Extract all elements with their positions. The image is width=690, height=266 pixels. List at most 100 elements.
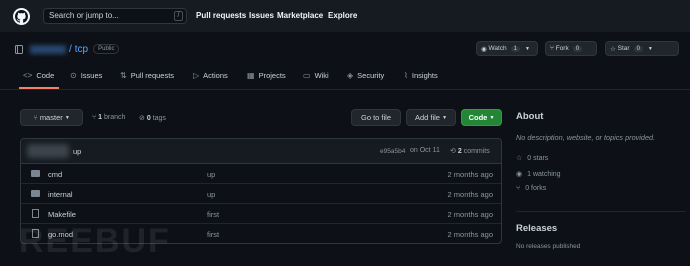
tab-issues-label: Issues (80, 71, 103, 80)
fork-icon: ⑂ (550, 45, 554, 52)
watermark: REEBUF (19, 222, 171, 260)
fork-label: Fork (555, 45, 569, 52)
nav-marketplace[interactable]: Marketplace (277, 11, 323, 20)
tab-projects-label: Projects (258, 71, 286, 80)
eye-icon: ◉ (481, 45, 487, 53)
forks-text: 0 forks (525, 185, 547, 192)
code-button-label: Code (468, 113, 488, 122)
star-icon: ☆ (516, 155, 523, 162)
stars-link[interactable]: ☆ 0 stars (516, 154, 549, 163)
file-age: 2 months ago (447, 210, 493, 219)
fork-count: 0 (572, 45, 583, 52)
file-row[interactable]: internal up 2 months ago (21, 184, 501, 204)
releases-text: No releases published (516, 243, 581, 250)
add-file-button[interactable]: Add file ▼ (406, 109, 456, 126)
branch-select-button[interactable]: ⑂ master ▼ (20, 109, 83, 126)
file-name[interactable]: internal (48, 190, 73, 199)
tab-security-label: Security (357, 71, 385, 80)
tab-wiki-label: Wiki (314, 71, 329, 80)
file-commit-message[interactable]: first (207, 210, 219, 219)
branches-link[interactable]: ⑂ 1 branch (92, 114, 125, 121)
tab-insights-label: Insights (411, 71, 438, 80)
about-description: No description, website, or topics provi… (516, 133, 656, 142)
commits-link[interactable]: ⟲ 2 commits (450, 147, 490, 155)
chevron-down-icon: ▼ (489, 114, 495, 121)
watchers-link[interactable]: ◉ 1 watching (516, 170, 561, 179)
branch-count: 1 (98, 114, 103, 121)
eye-icon: ◉ (516, 171, 523, 178)
about-heading: About (516, 111, 544, 122)
tab-pull-requests[interactable]: ⇅ Pull requests (120, 71, 174, 80)
tab-issues[interactable]: ⊙ Issues (70, 71, 102, 80)
tab-wiki[interactable]: ▭ Wiki (303, 71, 329, 80)
star-button[interactable]: ☆ Star 0 ▼ (605, 41, 679, 56)
file-age: 2 months ago (447, 190, 493, 199)
repo-slash: / (69, 43, 72, 55)
tab-pull-requests-label: Pull requests (130, 71, 175, 80)
shield-icon: ◈ (347, 71, 354, 80)
commits-count: 2 (457, 148, 462, 155)
nav-pull-requests[interactable]: Pull requests (196, 11, 246, 20)
chevron-down-icon: ▼ (525, 45, 530, 52)
commit-message[interactable]: up (73, 147, 81, 156)
watch-button[interactable]: ◉ Watch 1 ▼ (476, 41, 538, 56)
tab-security[interactable]: ◈ Security (347, 71, 384, 80)
repo-icon (15, 44, 23, 54)
releases-heading[interactable]: Releases (516, 223, 557, 234)
star-count: 0 (633, 45, 643, 52)
commit-date: on Oct 11 (410, 147, 440, 154)
branch-icon: ⑂ (33, 113, 38, 122)
fork-icon: ⑂ (516, 185, 521, 192)
branch-text: branch (104, 114, 126, 121)
file-age: 2 months ago (447, 170, 493, 179)
nav-explore[interactable]: Explore (328, 11, 357, 20)
file-row[interactable]: Makefile first 2 months ago (21, 204, 501, 224)
nav-issues[interactable]: Issues (249, 11, 274, 20)
commit-hash[interactable]: e95a5b4 (380, 148, 405, 155)
github-logo-icon[interactable] (13, 8, 30, 25)
folder-icon (31, 170, 40, 177)
tags-text: tags (152, 115, 166, 122)
repo-heading: / tcp Public (15, 42, 120, 56)
top-header: Search or jump to... / Pull requests Iss… (0, 0, 690, 32)
forks-link[interactable]: ⑂ 0 forks (516, 185, 546, 192)
search-shortcut-key: / (174, 11, 183, 21)
chevron-down-icon: ▼ (442, 114, 448, 121)
project-icon: ▦ (247, 71, 255, 80)
star-icon: ☆ (610, 45, 616, 53)
search-input[interactable]: Search or jump to... / (43, 8, 187, 24)
tag-icon: ⊘ (139, 115, 145, 122)
search-placeholder: Search or jump to... (49, 11, 119, 20)
stars-text: 0 stars (527, 154, 549, 162)
branch-name: master (39, 113, 63, 122)
file-age: 2 months ago (447, 230, 493, 239)
avatar-redacted[interactable] (27, 144, 69, 158)
tab-code-label: Code (36, 71, 55, 80)
chevron-down-icon: ▼ (64, 114, 70, 121)
repo-name-link[interactable]: tcp (75, 44, 88, 55)
sidebar-divider (516, 211, 686, 212)
fork-button[interactable]: ⑂ Fork 0 (545, 41, 597, 56)
go-to-file-button[interactable]: Go to file (351, 109, 401, 126)
code-button[interactable]: Code ▼ (461, 109, 502, 126)
star-label: Star (617, 45, 630, 52)
branch-icon: ⑂ (92, 114, 97, 121)
watch-label: Watch (488, 45, 507, 52)
file-row[interactable]: cmd up 2 months ago (21, 164, 501, 184)
file-name[interactable]: Makefile (48, 210, 76, 219)
tab-actions[interactable]: ▷ Actions (193, 71, 228, 80)
chevron-down-icon: ▼ (647, 45, 653, 52)
tab-insights[interactable]: ⌇ Insights (404, 71, 438, 80)
watch-count: 1 (510, 45, 521, 52)
repo-owner-redacted[interactable] (30, 44, 66, 54)
file-name[interactable]: cmd (48, 170, 62, 179)
tab-projects[interactable]: ▦ Projects (247, 71, 286, 80)
file-commit-message[interactable]: first (207, 230, 219, 239)
visibility-badge: Public (93, 44, 120, 54)
issue-icon: ⊙ (70, 71, 77, 80)
file-commit-message[interactable]: up (207, 190, 215, 199)
watching-text: 1 watching (527, 170, 561, 178)
tags-link[interactable]: ⊘ 0 tags (139, 114, 166, 122)
file-commit-message[interactable]: up (207, 170, 215, 179)
tab-code[interactable]: <> Code (23, 71, 54, 80)
